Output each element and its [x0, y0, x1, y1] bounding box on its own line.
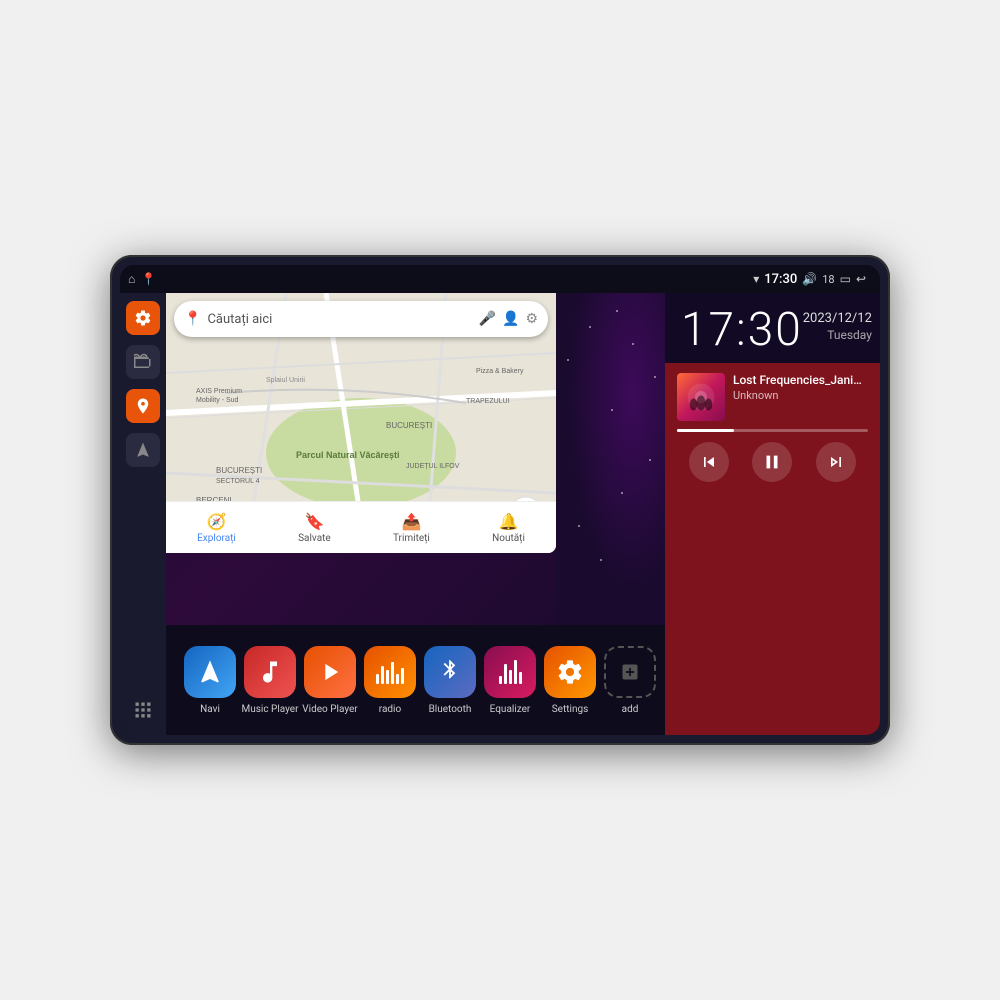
album-art — [677, 373, 725, 421]
volume-icon: 🔊 — [802, 272, 817, 286]
main-area: Parcul Natural Văcărești BUCUREȘTI JUDEȚ… — [120, 293, 880, 735]
svg-text:Mobility - Sud: Mobility - Sud — [196, 397, 239, 404]
app-dock: Navi Music Player — [166, 625, 665, 735]
app-video-player[interactable]: Video Player — [300, 646, 360, 715]
svg-text:BUCUREȘTI: BUCUREȘTI — [216, 466, 262, 475]
settings-label: Settings — [552, 704, 589, 715]
app-radio[interactable]: radio — [360, 646, 420, 715]
gmap[interactable]: Parcul Natural Văcărești BUCUREȘTI JUDEȚ… — [166, 293, 556, 553]
music-info-row: Lost Frequencies_Janie... Unknown — [677, 373, 868, 421]
next-button[interactable] — [816, 442, 856, 482]
right-panel: 17:30 2023/12/12 Tuesday — [665, 293, 880, 735]
gmap-updates-icon: 🔔 — [499, 512, 519, 531]
svg-text:TRAPEZULUI: TRAPEZULUI — [466, 398, 510, 405]
svg-text:Splaiul Unirii: Splaiul Unirii — [266, 377, 305, 384]
app-navi[interactable]: Navi — [180, 646, 240, 715]
gmap-bottom-nav: 🧭 Explorați 🔖 Salvate 📤 Trimiteți — [166, 501, 556, 553]
music-text: Lost Frequencies_Janie... Unknown — [733, 373, 868, 402]
gmap-search-input[interactable]: Căutați aici — [207, 312, 472, 327]
music-progress-fill — [677, 429, 734, 432]
back-icon[interactable]: ↩ — [856, 272, 866, 286]
svg-text:JUDEȚUL ILFOV: JUDEȚUL ILFOV — [406, 463, 460, 470]
gmap-saved-label: Salvate — [298, 533, 331, 544]
music-artist: Unknown — [733, 389, 868, 402]
gmap-explore-icon: 🧭 — [207, 512, 227, 531]
clock-time: 17:30 — [681, 307, 803, 353]
equalizer-icon-graphic — [484, 646, 536, 698]
music-progress-bar[interactable] — [677, 429, 868, 432]
map-icon[interactable]: 📍 — [141, 272, 156, 286]
app-settings[interactable]: Settings — [540, 646, 600, 715]
bluetooth-label: Bluetooth — [429, 704, 472, 715]
sidebar-nav-icon[interactable] — [126, 433, 160, 467]
app-music-player[interactable]: Music Player — [240, 646, 300, 715]
gmap-saved-icon: 🔖 — [304, 512, 324, 531]
music-widget: Lost Frequencies_Janie... Unknown — [665, 363, 880, 735]
center-content: Parcul Natural Văcărești BUCUREȘTI JUDEȚ… — [166, 293, 665, 735]
music-controls — [677, 442, 868, 482]
gmap-logo: 📍 — [184, 311, 201, 327]
svg-text:BUCUREȘTI: BUCUREȘTI — [386, 421, 432, 430]
music-player-label: Music Player — [241, 704, 298, 715]
equalizer-label: Equalizer — [490, 704, 531, 715]
app-add[interactable]: add — [600, 646, 660, 715]
clock-row: 17:30 2023/12/12 Tuesday — [681, 307, 864, 353]
gmap-explore-label: Explorați — [197, 533, 236, 544]
music-player-icon-graphic — [244, 646, 296, 698]
wifi-icon: ▾ — [753, 272, 759, 286]
music-title: Lost Frequencies_Janie... — [733, 373, 868, 387]
settings-icon-graphic — [544, 646, 596, 698]
prev-button[interactable] — [689, 442, 729, 482]
sidebar-location-icon[interactable] — [126, 389, 160, 423]
svg-text:Pizza & Bakery: Pizza & Bakery — [476, 368, 524, 375]
map-container[interactable]: Parcul Natural Văcărești BUCUREȘTI JUDEȚ… — [166, 293, 665, 625]
video-player-icon-graphic — [304, 646, 356, 698]
status-time: 17:30 — [764, 272, 797, 287]
gmap-account-icon[interactable]: 👤 — [502, 311, 519, 327]
device-screen: ⌂ 📍 ▾ 17:30 🔊 18 ▭ ↩ — [120, 265, 880, 735]
gmap-share-btn[interactable]: 📤 Trimiteți — [393, 512, 430, 544]
battery-icon: ▭ — [840, 272, 851, 286]
status-bar: ⌂ 📍 ▾ 17:30 🔊 18 ▭ ↩ — [120, 265, 880, 293]
svg-text:AXIS Premium: AXIS Premium — [196, 388, 242, 395]
gmap-share-label: Trimiteți — [393, 533, 430, 544]
home-icon[interactable]: ⌂ — [128, 272, 135, 286]
app-bluetooth[interactable]: Bluetooth — [420, 646, 480, 715]
gmap-saved-btn[interactable]: 🔖 Salvate — [298, 512, 331, 544]
video-player-label: Video Player — [302, 704, 357, 715]
add-label: add — [622, 704, 639, 715]
device-body: ⌂ 📍 ▾ 17:30 🔊 18 ▭ ↩ — [110, 255, 890, 745]
map-overlay[interactable]: Parcul Natural Văcărești BUCUREȘTI JUDEȚ… — [166, 293, 556, 553]
radio-icon-graphic — [364, 646, 416, 698]
navi-icon-graphic — [184, 646, 236, 698]
clock-day-value: Tuesday — [803, 328, 872, 342]
clock-date-value: 2023/12/12 — [803, 311, 872, 326]
gmap-updates-btn[interactable]: 🔔 Noutăți — [492, 512, 525, 544]
gmap-mic-icon[interactable]: 🎤 — [479, 311, 496, 327]
navi-label: Navi — [200, 704, 220, 715]
svg-text:Parcul Natural Văcărești: Parcul Natural Văcărești — [296, 450, 400, 460]
status-left-icons: ⌂ 📍 — [128, 272, 156, 286]
svg-text:SECTORUL 4: SECTORUL 4 — [216, 478, 260, 485]
gmap-search-bar[interactable]: 📍 Căutați aici 🎤 👤 ⚙ — [174, 301, 548, 337]
gmap-layers-icon[interactable]: ⚙ — [525, 311, 538, 327]
clock-widget: 17:30 2023/12/12 Tuesday — [665, 293, 880, 363]
radio-label: radio — [379, 704, 401, 715]
gmap-share-icon: 📤 — [401, 512, 421, 531]
space-background — [556, 293, 665, 625]
bluetooth-icon-graphic — [424, 646, 476, 698]
app-equalizer[interactable]: Equalizer — [480, 646, 540, 715]
gmap-explore-btn[interactable]: 🧭 Explorați — [197, 512, 236, 544]
sidebar-archive-icon[interactable] — [126, 345, 160, 379]
gmap-updates-label: Noutăți — [492, 533, 525, 544]
pause-button[interactable] — [752, 442, 792, 482]
battery-number: 18 — [822, 273, 834, 286]
sidebar — [120, 293, 166, 735]
sidebar-settings-icon[interactable] — [126, 301, 160, 335]
sidebar-grid-icon[interactable] — [126, 693, 160, 727]
add-icon-graphic — [604, 646, 656, 698]
status-right-icons: ▾ 17:30 🔊 18 ▭ ↩ — [753, 272, 866, 287]
clock-date: 2023/12/12 Tuesday — [803, 307, 872, 342]
